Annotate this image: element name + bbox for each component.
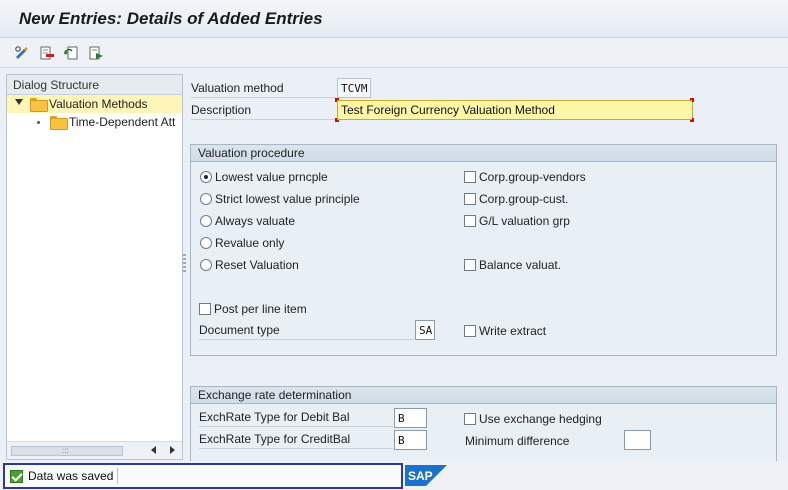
radio-lowest-value[interactable]: Lowest value prncple <box>200 169 328 185</box>
checkbox-label: Use exchange hedging <box>479 412 602 426</box>
checkbox[interactable] <box>464 193 476 205</box>
radio-reset-valuation[interactable]: Reset Valuation <box>200 257 299 273</box>
tree-item-valuation-methods[interactable]: Valuation Methods <box>7 95 182 113</box>
required-corner-icon <box>335 118 339 122</box>
success-check-icon <box>10 470 23 483</box>
description-field[interactable]: Test Foreign Currency Valuation Method <box>337 100 693 120</box>
credit-rate-type-field[interactable]: B <box>394 430 427 450</box>
title-bar: New Entries: Details of Added Entries <box>0 0 788 38</box>
check-write-extract[interactable]: Write extract <box>464 323 546 339</box>
scroll-left-icon[interactable] <box>151 446 156 454</box>
radio-revalue-only[interactable]: Revalue only <box>200 235 284 251</box>
tree-item-label: Time-Dependent Att <box>69 115 176 129</box>
document-type-field[interactable]: SA <box>415 320 435 340</box>
group-title: Exchange rate determination <box>191 387 776 404</box>
page-title: New Entries: Details of Added Entries <box>19 9 323 28</box>
folder-icon <box>30 98 48 112</box>
checkbox-label: Post per line item <box>214 302 307 316</box>
debit-rate-type-label: ExchRate Type for Debit Bal <box>199 408 393 427</box>
radio-button[interactable] <box>200 171 212 183</box>
status-text: Data was saved <box>28 469 114 483</box>
checkbox[interactable] <box>464 259 476 271</box>
dialog-structure-header: Dialog Structure <box>7 75 182 95</box>
checkbox[interactable] <box>464 215 476 227</box>
next-entry-icon[interactable] <box>86 43 106 63</box>
content-area: Dialog Structure Valuation Methods Time-… <box>0 68 788 466</box>
radio-label: Strict lowest value principle <box>215 192 360 206</box>
radio-button[interactable] <box>200 259 212 271</box>
checkbox-label: G/L valuation grp <box>479 214 570 228</box>
checkbox[interactable] <box>464 171 476 183</box>
checkbox-label: Write extract <box>479 324 547 338</box>
checkbox[interactable] <box>199 303 211 315</box>
radio-strict-lowest-value[interactable]: Strict lowest value principle <box>200 191 360 207</box>
status-message[interactable]: Data was saved <box>3 463 403 489</box>
svg-text:SAP: SAP <box>408 469 433 483</box>
pane-splitter[interactable] <box>183 254 186 274</box>
horizontal-scrollbar[interactable]: ::: <box>11 446 123 456</box>
exchange-rate-group: Exchange rate determination ExchRate Typ… <box>190 386 777 466</box>
folder-icon <box>50 116 68 130</box>
credit-rate-type-label: ExchRate Type for CreditBal <box>199 430 393 449</box>
check-corp-group-vendors[interactable]: Corp.group-vendors <box>464 169 586 185</box>
status-bar: Data was saved SAP <box>0 461 788 490</box>
undo-change-icon[interactable] <box>61 43 81 63</box>
radio-button[interactable] <box>200 237 212 249</box>
radio-button[interactable] <box>200 193 212 205</box>
checkbox[interactable] <box>464 325 476 337</box>
radio-label: Revalue only <box>215 236 285 250</box>
check-corp-group-cust[interactable]: Corp.group-cust. <box>464 191 568 207</box>
radio-button[interactable] <box>200 215 212 227</box>
checkbox[interactable] <box>464 413 476 425</box>
group-title: Valuation procedure <box>191 145 776 162</box>
scroll-right-icon[interactable] <box>170 446 175 454</box>
sap-logo: SAP <box>405 465 447 486</box>
radio-label: Lowest value prncple <box>215 170 328 184</box>
document-type-label: Document type <box>199 321 414 340</box>
valuation-procedure-group: Valuation procedure Lowest value prncple… <box>190 144 777 356</box>
required-corner-icon <box>335 98 339 102</box>
valuation-method-label: Valuation method <box>191 79 336 98</box>
display-change-icon[interactable] <box>12 43 32 63</box>
check-use-exchange-hedging[interactable]: Use exchange hedging <box>464 411 602 427</box>
radio-label: Always valuate <box>215 214 296 228</box>
application-toolbar <box>0 38 788 68</box>
check-post-per-line-item[interactable]: Post per line item <box>199 301 307 317</box>
pane-scroll-area: ::: <box>7 441 182 459</box>
radio-label: Reset Valuation <box>215 258 299 272</box>
expand-arrow-icon[interactable] <box>15 99 23 105</box>
checkbox-label: Corp.group-cust. <box>479 192 569 206</box>
required-corner-icon <box>690 98 694 102</box>
minimum-difference-label: Minimum difference <box>465 434 570 448</box>
required-corner-icon <box>690 118 694 122</box>
checkbox-label: Corp.group-vendors <box>479 170 586 184</box>
debit-rate-type-field[interactable]: B <box>394 408 427 428</box>
valuation-method-field[interactable]: TCVM <box>337 78 371 98</box>
checkbox-label: Balance valuat. <box>479 258 562 272</box>
minimum-difference-field[interactable] <box>624 430 651 450</box>
tree-leaf-dot-icon <box>37 121 40 124</box>
tree-item-label: Valuation Methods <box>49 97 148 111</box>
description-label: Description <box>191 101 336 120</box>
scroll-grip-icon: ::: <box>62 446 69 455</box>
delete-icon[interactable] <box>37 43 57 63</box>
tree-item-time-dependent[interactable]: Time-Dependent Att <box>7 113 182 131</box>
radio-always-valuate[interactable]: Always valuate <box>200 213 295 229</box>
check-balance-valuat[interactable]: Balance valuat. <box>464 257 561 273</box>
status-separator <box>117 468 118 484</box>
dialog-structure-pane: Dialog Structure Valuation Methods Time-… <box>6 74 183 460</box>
check-gl-valuation-grp[interactable]: G/L valuation grp <box>464 213 570 229</box>
